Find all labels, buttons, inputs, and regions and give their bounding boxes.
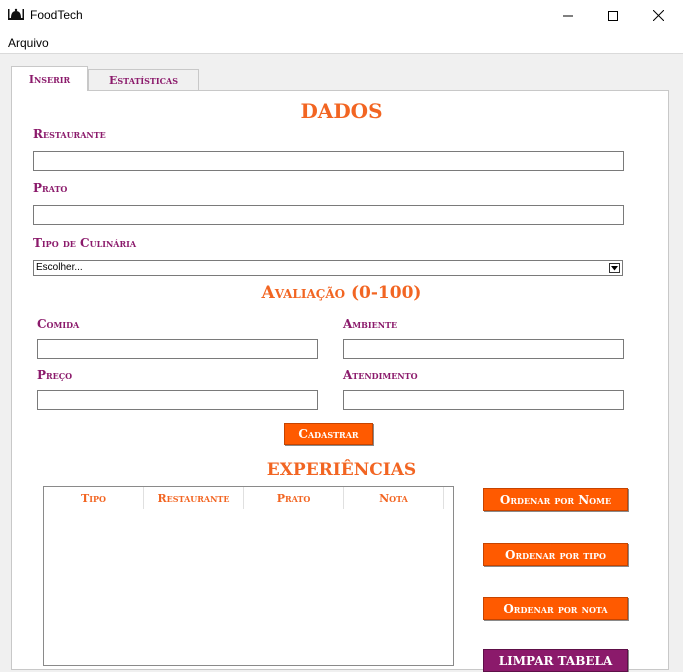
column-header-restaurante[interactable]: Restaurante [144,487,244,509]
preco-label: Preço [37,368,73,382]
cadastrar-button[interactable]: Cadastrar [284,423,373,445]
window-title: FoodTech [30,8,83,22]
ordenar-tipo-button[interactable]: Ordenar por tipo [483,543,628,566]
ambiente-input[interactable] [343,339,624,359]
menu-bar: Arquivo [0,31,683,54]
ambiente-label: Ambiente [343,317,398,331]
limpar-tabela-button[interactable]: LIMPAR TABELA [483,649,628,672]
experiencias-table[interactable]: Tipo Restaurante Prato Nota [43,486,454,666]
tipo-culinaria-selected: Escolher... [36,262,83,273]
title-bar: FoodTech [0,0,683,31]
avaliacao-heading: Avaliação (0-100) [261,283,422,303]
tipo-culinaria-select[interactable]: Escolher... [33,260,623,276]
minimize-icon [563,15,573,16]
dados-heading: DADOS [300,99,383,123]
prato-label: Prato [33,181,68,195]
restaurante-label: Restaurante [33,127,106,141]
food-dome-icon [8,7,24,23]
close-icon [652,10,664,21]
restaurante-input[interactable] [33,151,624,171]
tipo-culinaria-label: Tipo de Culinária [33,236,137,250]
ordenar-nota-button[interactable]: Ordenar por nota [483,597,628,620]
maximize-button[interactable] [590,0,636,31]
menu-arquivo[interactable]: Arquivo [8,36,49,50]
comida-label: Comida [37,317,80,331]
column-header-prato[interactable]: Prato [244,487,344,509]
tab-inserir[interactable]: Inserir [11,66,88,91]
column-header-nota[interactable]: Nota [344,487,444,509]
chevron-down-icon[interactable] [609,263,620,273]
close-button[interactable] [635,0,681,31]
preco-input[interactable] [37,390,318,410]
maximize-icon [608,10,618,21]
tab-estatisticas[interactable]: Estatísticas [88,69,199,90]
atendimento-label: Atendimento [343,368,418,382]
experiencias-heading: EXPERIÊNCIAS [266,460,417,480]
prato-input[interactable] [33,205,624,225]
atendimento-input[interactable] [343,390,624,410]
column-header-tipo[interactable]: Tipo [44,487,144,509]
minimize-button[interactable] [545,0,591,31]
comida-input[interactable] [37,339,318,359]
ordenar-nome-button[interactable]: Ordenar por Nome [483,488,628,511]
